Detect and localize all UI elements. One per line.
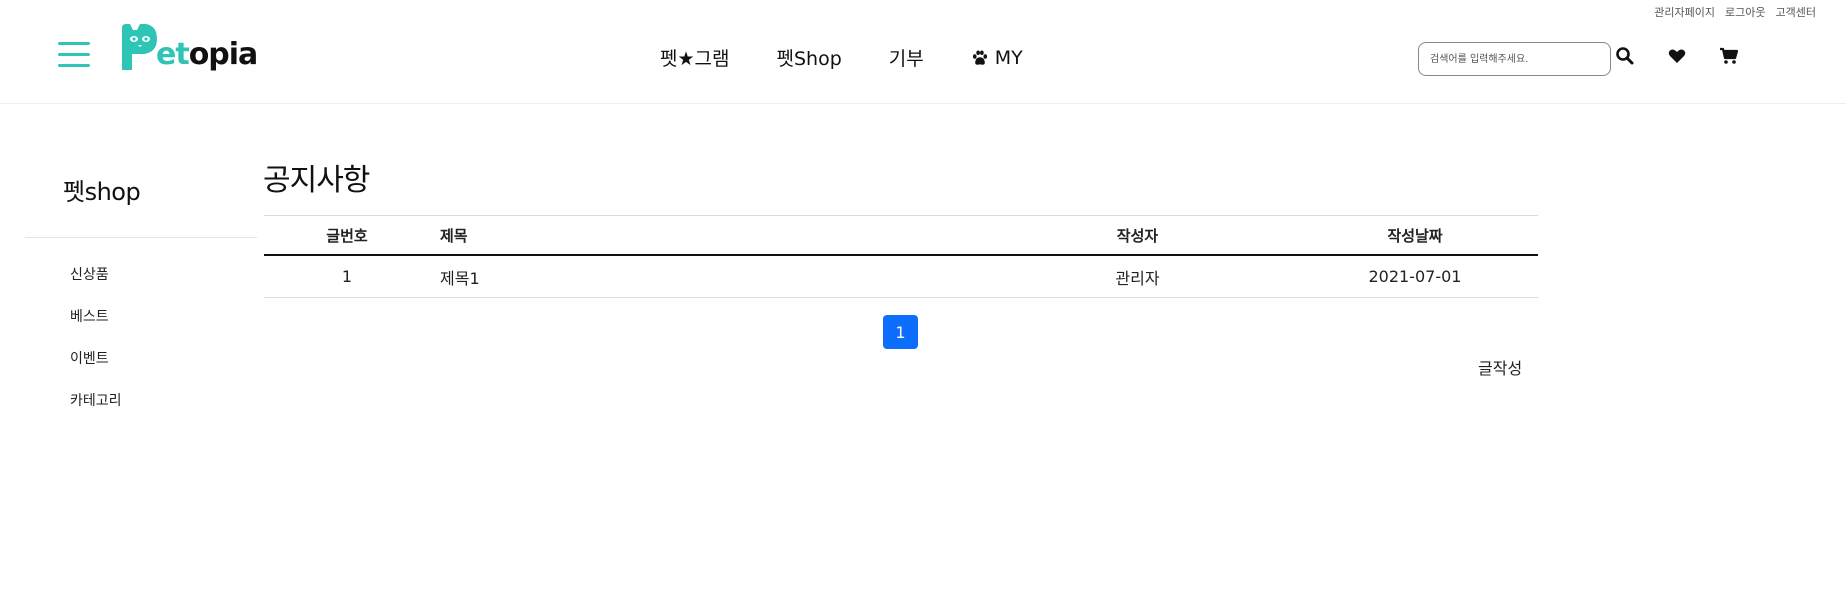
- column-header-subject: 제목: [440, 226, 468, 245]
- heart-icon[interactable]: [1667, 46, 1687, 66]
- petopia-logo[interactable]: etopia: [120, 22, 259, 72]
- cell-subject-link[interactable]: 제목1: [430, 265, 980, 289]
- nav-my[interactable]: MY: [971, 47, 1023, 69]
- column-header-date: 작성날짜: [1387, 226, 1443, 245]
- table-row[interactable]: 1 제목1 관리자 2021-07-01: [264, 256, 1538, 298]
- cell-no: 1: [341, 267, 353, 286]
- table-header-row: 글번호 제목 작성자 작성날짜: [264, 215, 1538, 256]
- hamburger-menu-icon[interactable]: [58, 42, 90, 70]
- nav-petgram-label: 펫★그램: [660, 48, 730, 70]
- site-header: etopia 펫★그램 펫Shop 기부 MY: [0, 0, 1846, 104]
- nav-petshop[interactable]: 펫Shop: [776, 44, 841, 71]
- main-nav: 펫★그램 펫Shop 기부 MY: [660, 44, 1023, 71]
- sidebar-item-category[interactable]: 카테고리: [70, 390, 122, 432]
- logo-text-et: et: [156, 37, 190, 72]
- nav-donation[interactable]: 기부: [889, 44, 924, 71]
- search-input[interactable]: [1418, 42, 1611, 76]
- sidebar-item-new[interactable]: 신상품: [70, 264, 122, 306]
- logo-text-opia: opia: [188, 37, 259, 72]
- cell-author: 관리자: [1115, 268, 1160, 288]
- paw-icon: [972, 50, 987, 65]
- write-post-button[interactable]: 글작성: [1478, 355, 1522, 379]
- nav-petgram[interactable]: 펫★그램: [660, 44, 729, 71]
- sidebar-menu: 신상품 베스트 이벤트 카테고리: [70, 264, 122, 432]
- nav-my-label: MY: [994, 46, 1023, 69]
- cart-icon[interactable]: [1719, 46, 1739, 66]
- column-header-no: 글번호: [326, 226, 368, 245]
- logo-cat-p-icon: [122, 24, 157, 70]
- sidebar-divider: [25, 237, 257, 238]
- cell-date: 2021-07-01: [1368, 267, 1462, 286]
- page-title: 공지사항: [263, 163, 370, 198]
- notice-table: 글번호 제목 작성자 작성날짜 1 제목1 관리자 2021-07-01: [264, 215, 1538, 298]
- search-icon[interactable]: [1615, 46, 1635, 66]
- sidebar-title: 펫shop: [63, 178, 141, 206]
- pagination-page-1[interactable]: 1: [883, 315, 918, 349]
- sidebar-item-event[interactable]: 이벤트: [70, 348, 122, 390]
- nav-petshop-label: 펫Shop: [776, 48, 842, 70]
- nav-donation-label: 기부: [888, 48, 924, 70]
- column-header-author: 작성자: [1116, 226, 1159, 245]
- sidebar-item-best[interactable]: 베스트: [70, 306, 122, 348]
